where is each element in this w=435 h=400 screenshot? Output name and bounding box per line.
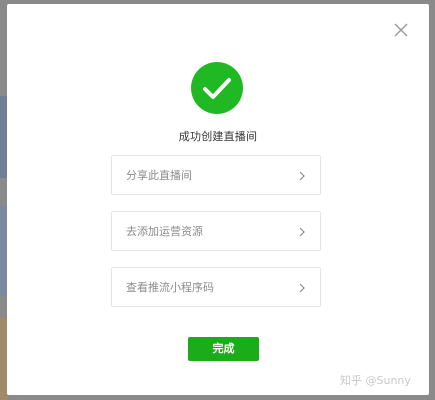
background-page: 成功创建直播间 分享此直播间 去添加运营资源 查看推流小程序码 完成 知乎 @S… <box>0 0 435 400</box>
option-label: 分享此直播间 <box>126 169 192 182</box>
chevron-right-icon <box>299 171 305 181</box>
view-stream-qrcode-option[interactable]: 查看推流小程序码 <box>111 267 321 307</box>
chevron-right-icon <box>299 283 305 293</box>
watermark: 知乎 @Sunny <box>340 374 411 387</box>
done-button[interactable]: 完成 <box>188 337 259 361</box>
option-label: 查看推流小程序码 <box>126 281 214 294</box>
option-label: 去添加运营资源 <box>126 225 203 238</box>
chevron-right-icon <box>299 227 305 237</box>
close-button[interactable] <box>392 21 410 39</box>
success-dialog: 成功创建直播间 分享此直播间 去添加运营资源 查看推流小程序码 完成 <box>7 4 429 395</box>
share-room-option[interactable]: 分享此直播间 <box>111 155 321 195</box>
dialog-title: 成功创建直播间 <box>178 130 258 143</box>
close-icon <box>394 23 408 37</box>
check-circle-icon <box>191 62 243 114</box>
add-operation-resource-option[interactable]: 去添加运营资源 <box>111 211 321 251</box>
